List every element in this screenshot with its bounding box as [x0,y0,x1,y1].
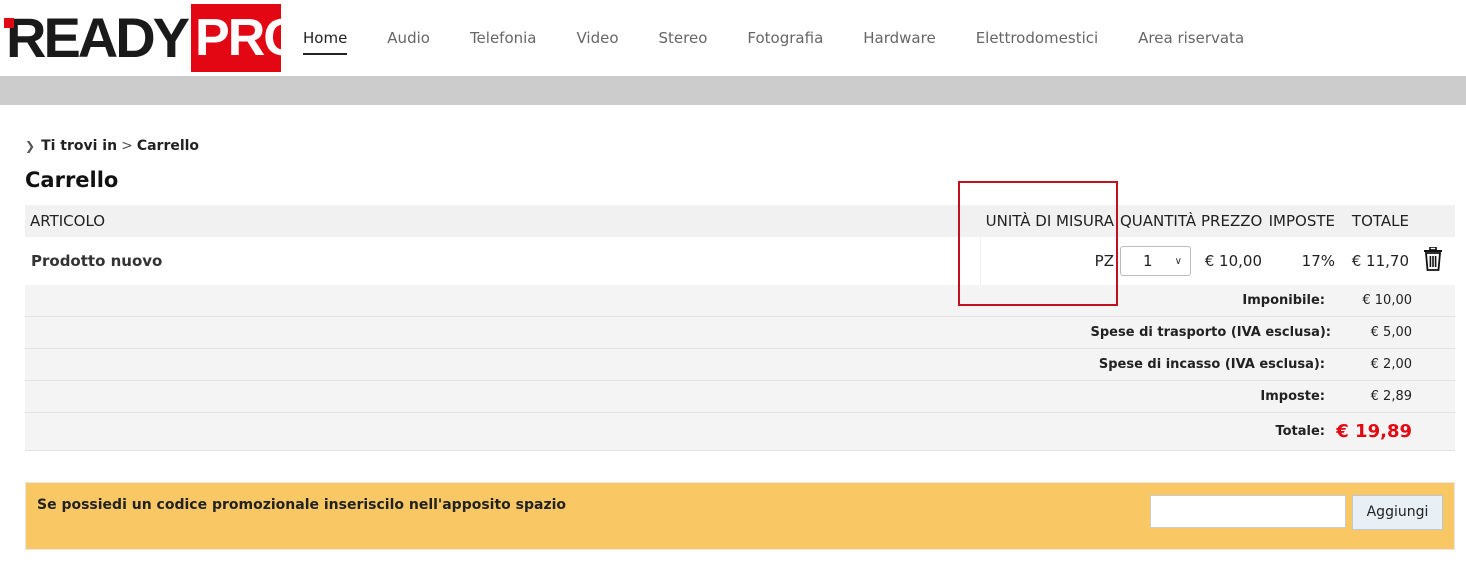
breadcrumb-current[interactable]: Carrello [137,138,199,154]
summary-label: Imposte: [1260,389,1325,404]
page-title: Carrello [25,168,119,192]
summary-totale: Totale: € 19,89 [25,413,1455,451]
summary-value: € 2,89 [1370,389,1412,404]
nav-item-stereo[interactable]: Stereo [659,0,708,76]
summary-value: € 5,00 [1370,325,1412,340]
site-header: READY PRO Home Audio Telefonia Video Ste… [0,0,1466,76]
header-imposte: IMPOSTE [1268,212,1335,230]
nav-item-hardware[interactable]: Hardware [863,0,935,76]
chevron-down-icon: ∨ [1174,255,1182,267]
product-tax: 17% [1301,252,1335,270]
header-totale: TOTALE [1351,212,1409,230]
header-articolo: ARTICOLO [30,212,106,230]
header-quantita: QUANTITÀ [1120,212,1197,230]
header-prezzo: PREZZO [1201,212,1263,230]
header-gray-bar [0,76,1466,105]
add-promo-button[interactable]: Aggiungi [1352,495,1443,530]
nav-item-area-riservata[interactable]: Area riservata [1138,0,1244,76]
nav-item-telefonia[interactable]: Telefonia [470,0,537,76]
table-header: ARTICOLO UNITÀ DI MISURA QUANTITÀ PREZZO… [25,205,1455,237]
breadcrumb-prefix: Ti trovi in [41,138,118,154]
breadcrumb-separator: > [121,138,133,154]
quantity-value: 1 [1143,252,1153,270]
promo-code-input[interactable] [1150,495,1346,528]
logo[interactable]: READY PRO [4,4,304,72]
summary-imposte: Imposte: € 2,89 [25,381,1455,413]
nav-item-elettrodomestici[interactable]: Elettrodomestici [976,0,1098,76]
quantity-select[interactable]: 1 ∨ [1120,246,1191,276]
summary-value: € 10,00 [1362,293,1412,308]
logo-ready-text: READY [4,6,190,69]
cart-summary: Imponibile: € 10,00 Spese di trasporto (… [25,285,1455,451]
summary-label: Spese di trasporto (IVA esclusa): [1090,325,1331,340]
summary-value: € 2,00 [1370,357,1412,372]
summary-imponibile: Imponibile: € 10,00 [25,285,1455,317]
promo-box: Se possiedi un codice promozionale inser… [25,482,1455,550]
nav-item-fotografia[interactable]: Fotografia [747,0,823,76]
table-row: Prodotto nuovo PZ 1 ∨ € 10,00 17% € 11,7… [25,237,1455,285]
product-price: € 10,00 [1204,252,1262,270]
nav-item-home[interactable]: Home [303,0,348,76]
header-unita-di-misura: UNITÀ DI MISURA [985,212,1114,230]
main-nav: Home Audio Telefonia Video Stereo Fotogr… [303,0,1284,76]
nav-item-video[interactable]: Video [577,0,619,76]
logo-pro-text: PRO [191,4,304,72]
summary-total-value: € 19,89 [1336,421,1412,442]
nav-item-audio[interactable]: Audio [387,0,430,76]
breadcrumb: ❯ Ti trovi in > Carrello [25,138,199,154]
product-unit: PZ [980,237,1120,285]
summary-incasso: Spese di incasso (IVA esclusa): € 2,00 [25,349,1455,381]
summary-label: Totale: [1275,424,1325,439]
product-name[interactable]: Prodotto nuovo [25,252,980,270]
trash-icon[interactable] [1423,246,1443,271]
product-total: € 11,70 [1351,252,1409,270]
summary-trasporto: Spese di trasporto (IVA esclusa): € 5,00 [25,317,1455,349]
chevron-right-icon: ❯ [25,139,36,153]
promo-text: Se possiedi un codice promozionale inser… [37,497,567,513]
cart-table: ARTICOLO UNITÀ DI MISURA QUANTITÀ PREZZO… [25,205,1455,451]
summary-label: Spese di incasso (IVA esclusa): [1098,357,1325,372]
summary-label: Imponibile: [1242,293,1325,308]
